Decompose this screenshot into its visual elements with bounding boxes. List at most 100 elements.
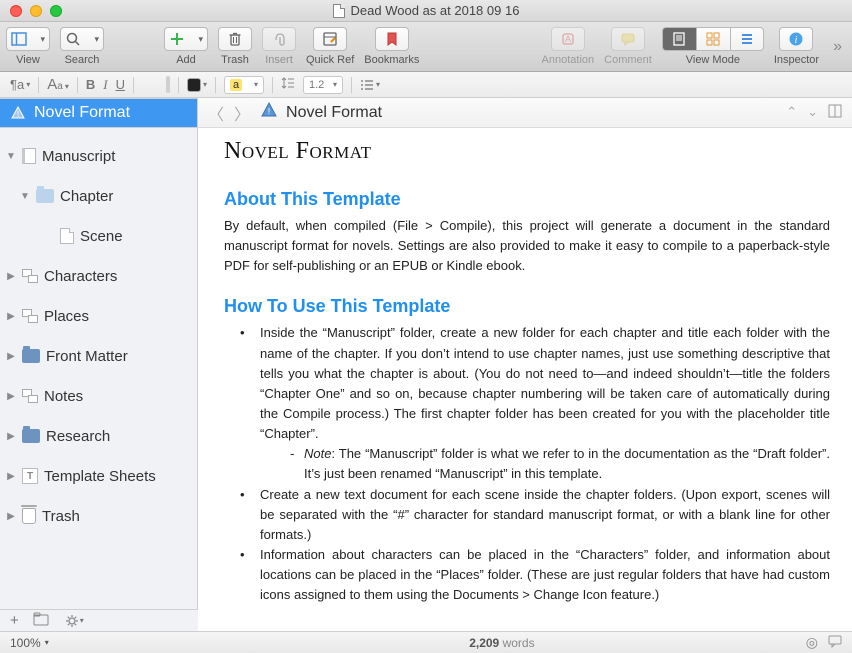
trash-label: Trash <box>221 54 249 66</box>
binder-item-label: Research <box>46 428 110 445</box>
add-item-button[interactable]: + <box>10 612 19 629</box>
template-sheets-icon: T <box>22 468 38 484</box>
annotation-button[interactable]: A <box>551 27 585 51</box>
list-button[interactable]: ▾ <box>360 78 380 92</box>
doc-heading: Novel Format <box>224 138 830 165</box>
highlight-selector[interactable]: a▾ <box>224 76 264 94</box>
disclosure-triangle[interactable]: ▶ <box>6 311 16 322</box>
zoom-selector[interactable]: 100%▾ <box>10 636 49 650</box>
split-editor-button[interactable] <box>828 104 842 121</box>
view-mode-button[interactable]: ▾ <box>6 27 50 51</box>
word-count[interactable]: 2,209 words <box>198 636 806 650</box>
main-toolbar: ▾ View ▾ Search ▾ Add Trash Insert Quic <box>0 22 852 72</box>
bold-button[interactable]: B <box>86 77 95 92</box>
main-split: ! Novel Format ▼Manuscript▼ChapterScene▶… <box>0 98 852 631</box>
nav-forward-button[interactable]: 〉 <box>234 101 250 125</box>
view-mode-document[interactable] <box>662 27 696 51</box>
disclosure-triangle[interactable]: ▼ <box>20 191 30 202</box>
linespacing-selector[interactable]: 1.2▾ <box>303 76 343 94</box>
align-justify-button[interactable] <box>166 76 170 93</box>
comment-button[interactable] <box>611 27 645 51</box>
binder-item-trash[interactable]: ▶Trash <box>0 496 197 536</box>
svg-text:i: i <box>795 35 798 46</box>
comment-icon <box>620 31 636 47</box>
binder-item-places[interactable]: ▶ Places <box>0 296 197 336</box>
view-mode-segmented <box>662 27 764 51</box>
add-folder-button[interactable] <box>33 612 51 630</box>
folder-icon <box>36 189 54 203</box>
disclosure-triangle[interactable]: ▶ <box>6 391 16 402</box>
disclosure-triangle[interactable]: ▶ <box>6 351 16 362</box>
plus-icon <box>169 31 185 47</box>
annotation-icon: A <box>560 31 576 47</box>
insert-button[interactable] <box>262 27 296 51</box>
quickref-label: Quick Ref <box>306 54 354 66</box>
disclosure-triangle[interactable]: ▶ <box>6 471 16 482</box>
outline-icon <box>739 31 755 47</box>
binder-selected-title[interactable]: ! Novel Format <box>0 98 197 128</box>
svg-text:!: ! <box>268 107 271 117</box>
binder-item-label: Notes <box>44 388 83 405</box>
search-icon <box>65 31 81 47</box>
window-titlebar: Dead Wood as at 2018 09 16 <box>0 0 852 22</box>
search-button[interactable]: ▾ <box>60 27 104 51</box>
insert-label: Insert <box>265 54 293 66</box>
history-down-button[interactable]: ⌄ <box>807 104 818 121</box>
folder-icon <box>33 612 51 626</box>
settings-button[interactable]: ▾ <box>65 614 84 628</box>
binder-item-chapter[interactable]: ▼Chapter <box>0 176 197 216</box>
font-button[interactable]: Aa ▾ <box>47 76 69 93</box>
about-heading: About This Template <box>224 189 830 210</box>
history-up-button[interactable]: ⌃ <box>786 104 797 121</box>
trash-button[interactable] <box>218 27 252 51</box>
viewmode-label: View Mode <box>686 54 740 66</box>
toolbar-overflow-button[interactable]: » <box>829 38 846 56</box>
italic-button[interactable]: I <box>103 77 107 93</box>
inspector-button[interactable]: i <box>779 27 813 51</box>
disclosure-triangle[interactable]: ▶ <box>6 271 16 282</box>
quickref-icon <box>322 31 338 47</box>
binder-item-front-matter[interactable]: ▶ Front Matter <box>0 336 197 376</box>
svg-text:!: ! <box>17 110 19 119</box>
binder-item-manuscript[interactable]: ▼Manuscript <box>0 136 197 176</box>
binder-title-text: Novel Format <box>34 104 130 122</box>
list-icon <box>360 78 374 92</box>
bookmarks-button[interactable] <box>375 27 409 51</box>
target-button[interactable]: ◎ <box>806 634 818 651</box>
add-button[interactable]: ▾ <box>164 27 208 51</box>
folder-icon <box>22 429 40 443</box>
view-mode-outline[interactable] <box>730 27 764 51</box>
binder-item-label: Places <box>44 308 89 325</box>
cards-icon <box>22 309 38 323</box>
quickref-button[interactable] <box>313 27 347 51</box>
binder-item-characters[interactable]: ▶ Characters <box>0 256 197 296</box>
view-mode-corkboard[interactable] <box>696 27 730 51</box>
disclosure-triangle[interactable]: ▶ <box>6 431 16 442</box>
binder-item-template-sheets[interactable]: ▶TTemplate Sheets <box>0 456 197 496</box>
binder-item-notes[interactable]: ▶ Notes <box>0 376 197 416</box>
disclosure-triangle[interactable]: ▶ <box>6 511 16 522</box>
disclosure-triangle[interactable]: ▼ <box>6 151 16 162</box>
comment-label: Comment <box>604 54 652 66</box>
paragraph-style-button[interactable]: ¶a ▾ <box>10 77 30 92</box>
list-item: Information about characters can be plac… <box>236 545 830 605</box>
binder-item-label: Characters <box>44 268 117 285</box>
nav-back-button[interactable]: 〈 <box>208 101 224 125</box>
add-label: Add <box>176 54 196 66</box>
underline-button[interactable]: U <box>116 77 125 92</box>
binder-item-scene[interactable]: Scene <box>0 216 197 256</box>
comment-icon <box>828 634 842 648</box>
binder-item-research[interactable]: ▶ Research <box>0 416 197 456</box>
sidebar-column: ! Novel Format ▼Manuscript▼ChapterScene▶… <box>0 98 198 631</box>
text-color-button[interactable]: ▾ <box>187 78 207 92</box>
comments-toggle-button[interactable] <box>828 634 842 651</box>
annotation-label: Annotation <box>542 54 595 66</box>
editor-path-title[interactable]: Novel Format <box>286 104 382 122</box>
trash-icon <box>227 31 243 47</box>
binder-list: ▼Manuscript▼ChapterScene ▶ Characters ▶ Plac… <box>0 128 197 536</box>
chevron-down-icon: ▾ <box>198 34 203 45</box>
inspector-label: Inspector <box>774 54 819 66</box>
binder-item-label: Front Matter <box>46 348 128 365</box>
howto-heading: How To Use This Template <box>224 296 830 317</box>
editor-body[interactable]: Novel Format About This Template By defa… <box>198 128 852 631</box>
